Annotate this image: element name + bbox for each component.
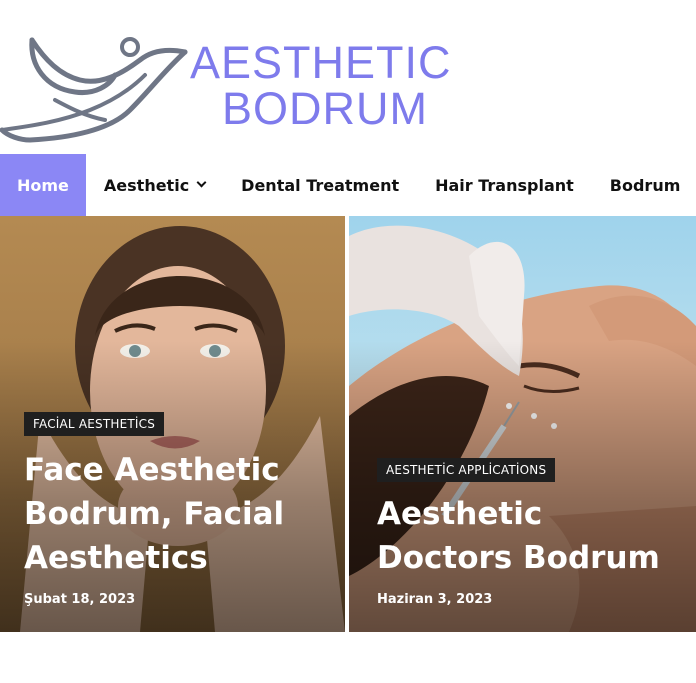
nav-item-dental-treatment[interactable]: Dental Treatment xyxy=(223,154,417,216)
category-badge[interactable]: AESTHETİC APPLİCATİONS xyxy=(377,458,556,482)
site-header: AESTHETIC BODRUM xyxy=(0,0,696,154)
logo-line-2: BODRUM xyxy=(222,83,428,134)
post-title[interactable]: Face Aesthetic Bodrum, Facial Aesthetics xyxy=(24,448,334,580)
category-badge[interactable]: FACİAL AESTHETİCS xyxy=(24,412,165,436)
dove-logo-icon[interactable] xyxy=(0,30,200,145)
nav-item-aesthetic-label: Aesthetic xyxy=(103,175,190,195)
post-card[interactable]: AESTHETİC APPLİCATİONS Aesthetic Doctors… xyxy=(349,216,696,632)
featured-posts: FACİAL AESTHETİCS Face Aesthetic Bodrum,… xyxy=(0,216,696,632)
nav-item-hair-transplant[interactable]: Hair Transplant xyxy=(417,154,592,216)
post-date: Haziran 3, 2023 xyxy=(377,592,493,607)
chevron-down-icon xyxy=(196,177,207,188)
page-bottom-space xyxy=(0,632,696,683)
post-card[interactable]: FACİAL AESTHETİCS Face Aesthetic Bodrum,… xyxy=(0,216,345,632)
main-navigation: Home Aesthetic Dental Treatment Hair Tra… xyxy=(0,154,696,216)
post-title[interactable]: Aesthetic Doctors Bodrum xyxy=(377,492,687,580)
nav-item-home[interactable]: Home xyxy=(0,154,86,216)
logo-line-1: AESTHETIC xyxy=(190,37,452,88)
site-logo-text[interactable]: AESTHETIC BODRUM xyxy=(190,40,452,132)
nav-item-aesthetic[interactable]: Aesthetic xyxy=(86,154,223,216)
image-overlay xyxy=(349,340,696,632)
nav-item-bodrum[interactable]: Bodrum xyxy=(592,154,696,216)
post-date: Şubat 18, 2023 xyxy=(24,592,136,607)
